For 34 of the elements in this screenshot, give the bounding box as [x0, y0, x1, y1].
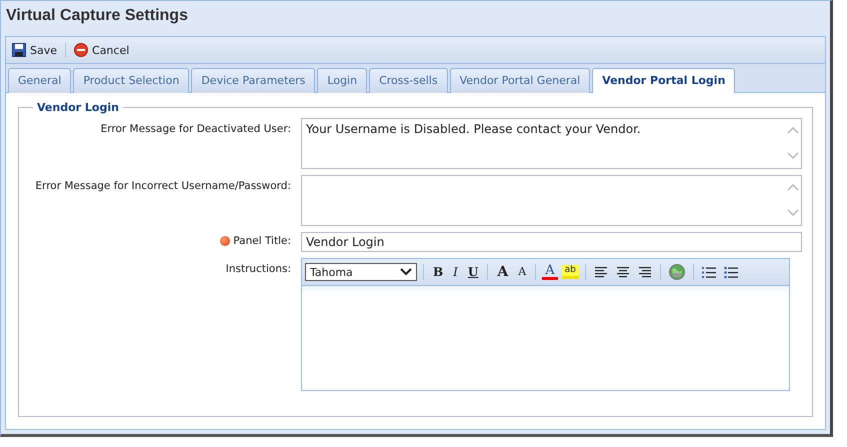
- field-label: Error Message for Deactivated User:: [100, 123, 291, 135]
- globe-icon[interactable]: [668, 264, 685, 280]
- window-title: Virtual Capture Settings: [5, 6, 189, 26]
- fieldset-legend: Vendor Login: [33, 101, 123, 114]
- field-label: Error Message for Incorrect Username/Password:: [35, 180, 291, 192]
- tab[interactable]: Login: [317, 68, 368, 93]
- align-right-icon[interactable]: [638, 266, 652, 278]
- field-label: Instructions:: [226, 263, 291, 275]
- numbered-list-icon[interactable]: [702, 266, 716, 278]
- rich-text-editor[interactable]: Tahoma B I U A A A ab: [301, 258, 790, 391]
- tab[interactable]: Device Parameters: [191, 68, 316, 93]
- tab[interactable]: Product Selection: [73, 68, 190, 93]
- underline-button[interactable]: U: [464, 264, 482, 280]
- font-dropdown[interactable]: Tahoma: [305, 263, 417, 281]
- tab[interactable]: General: [8, 68, 72, 93]
- chevron-down-icon: [400, 268, 412, 276]
- grow-font-button[interactable]: A: [494, 264, 512, 280]
- save-button[interactable]: Save: [10, 41, 60, 59]
- text-area[interactable]: Your Username is Disabled. Please contact your Vendor.: [301, 118, 802, 169]
- align-left-icon[interactable]: [594, 266, 608, 278]
- cancel-icon: [74, 43, 88, 57]
- tab[interactable]: Vendor Portal Login: [592, 68, 736, 93]
- input-field[interactable]: Vendor Login: [301, 232, 802, 252]
- bold-button[interactable]: B: [430, 264, 446, 280]
- tab[interactable]: Vendor Portal General: [450, 68, 590, 93]
- bullet-list-icon[interactable]: [724, 266, 738, 278]
- italic-button[interactable]: I: [450, 264, 461, 280]
- shrink-font-button[interactable]: A: [515, 264, 530, 280]
- highlight-button[interactable]: ab: [562, 265, 579, 279]
- tab[interactable]: Cross-sells: [369, 68, 448, 93]
- field-label: Panel Title:: [233, 235, 291, 247]
- font-color-button[interactable]: A: [542, 264, 558, 280]
- align-center-icon[interactable]: [616, 266, 630, 278]
- cancel-button[interactable]: Cancel: [72, 41, 132, 59]
